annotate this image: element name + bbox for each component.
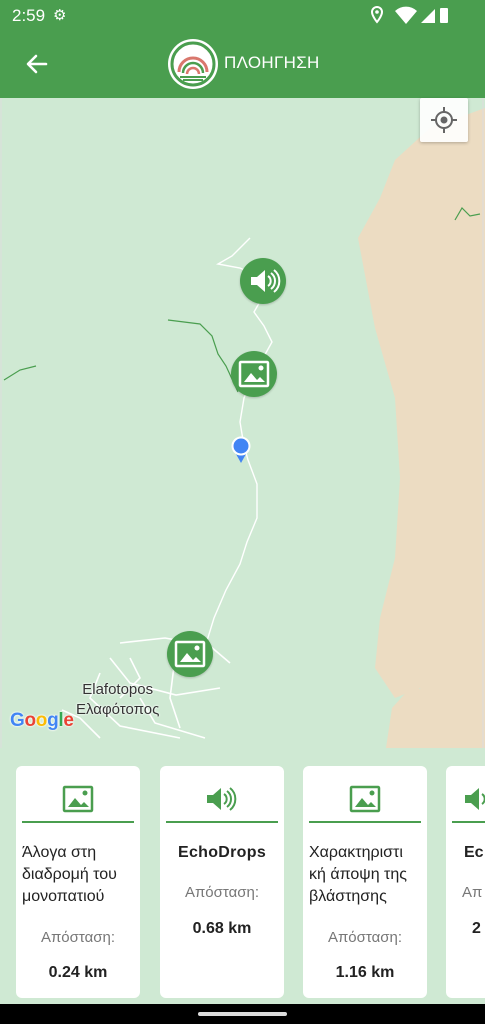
distance-value: 2 xyxy=(472,920,481,937)
image-icon xyxy=(62,785,94,813)
card-divider xyxy=(309,821,421,823)
card-title: Ec xyxy=(464,844,484,861)
card-divider xyxy=(452,821,485,823)
terrain-area xyxy=(358,108,485,748)
poi-card[interactable]: Άλογα στη διαδρομή του μονοπατιού Απόστα… xyxy=(16,766,140,998)
status-bar: 2:59 ⚙ xyxy=(0,0,485,31)
poi-card[interactable]: Ec Απ 2 xyxy=(446,766,485,998)
distance-value: 0.68 km xyxy=(192,920,252,937)
poi-card[interactable]: EchoDrops Απόσταση: 0.68 km xyxy=(160,766,284,998)
map-view[interactable]: Elafotopos Ελαφότοπος Google xyxy=(0,98,485,748)
signal-icon xyxy=(421,9,435,23)
distance-label: Απ xyxy=(462,884,483,901)
system-nav-bar xyxy=(0,1004,485,1024)
gear-icon: ⚙ xyxy=(53,7,67,24)
card-title: Άλογα στη διαδρομή του μονοπατιού xyxy=(22,844,117,905)
home-gesture-handle[interactable] xyxy=(198,1012,287,1016)
crosshair-icon xyxy=(431,107,457,133)
stream-line-west xyxy=(3,365,37,381)
image-icon xyxy=(174,640,206,668)
user-location-dot xyxy=(231,436,251,463)
stream-line xyxy=(167,319,239,393)
card-divider xyxy=(22,821,134,823)
page-title: ΠΛΟΗΓΗΣΗ xyxy=(224,53,320,72)
speaker-icon xyxy=(251,269,281,293)
image-icon xyxy=(238,360,270,388)
card-divider xyxy=(166,821,278,823)
town-label-latin: Elafotopos xyxy=(82,681,154,698)
status-icons xyxy=(371,5,448,24)
audio-marker[interactable] xyxy=(240,258,286,304)
location-icon xyxy=(371,5,384,24)
map-canvas xyxy=(0,98,485,748)
image-marker[interactable] xyxy=(231,351,277,397)
status-time: 2:59 xyxy=(12,6,46,25)
distance-label: Απόσταση: xyxy=(327,929,403,946)
image-icon xyxy=(349,785,381,813)
distance-value: 0.24 km xyxy=(48,964,108,981)
distance-label: Απόσταση: xyxy=(40,929,116,946)
card-title: EchoDrops xyxy=(177,844,267,861)
back-arrow-icon[interactable] xyxy=(22,49,52,79)
google-logo: Google xyxy=(10,710,74,731)
wifi-icon xyxy=(395,6,417,24)
poi-card-list[interactable]: Άλογα στη διαδρομή του μονοπατιού Απόστα… xyxy=(0,748,485,1010)
poi-card[interactable]: Χαρακτηριστι κή άποψη της βλάστησης Απόσ… xyxy=(303,766,427,998)
speaker-icon xyxy=(465,788,485,810)
card-title: Χαρακτηριστι κή άποψη της βλάστησης xyxy=(309,844,407,905)
app-bar: ΠΛΟΗΓΗΣΗ xyxy=(0,31,485,98)
speaker-icon xyxy=(207,787,237,811)
town-label: Elafotopos Ελαφότοπος xyxy=(76,680,159,720)
distance-label: Απόσταση: xyxy=(184,884,260,901)
my-location-button[interactable] xyxy=(420,98,468,142)
image-marker[interactable] xyxy=(167,631,213,677)
town-label-greek: Ελαφότοπος xyxy=(76,701,160,718)
distance-value: 1.16 km xyxy=(335,964,395,981)
battery-icon xyxy=(440,8,448,23)
app-logo xyxy=(168,39,218,89)
